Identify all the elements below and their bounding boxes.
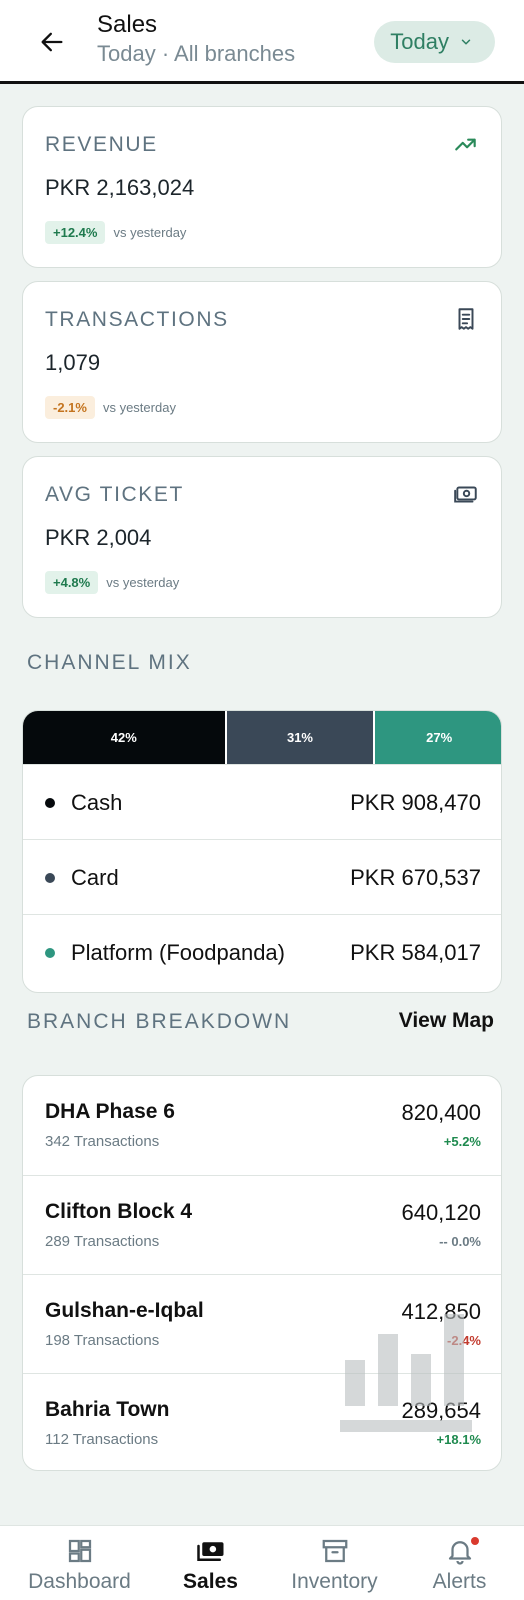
branch-change: -2.4% bbox=[447, 1333, 481, 1348]
nav-sales[interactable]: Sales bbox=[145, 1526, 276, 1600]
branch-name: Clifton Block 4 bbox=[45, 1200, 193, 1223]
kpi-label: AVG TICKET bbox=[45, 483, 184, 506]
nav-alerts[interactable]: Alerts bbox=[394, 1526, 524, 1600]
kpi-change: +4.8% vs yesterday bbox=[45, 571, 179, 594]
kpi-card-avg-ticket[interactable]: AVG TICKET PKR 2,004 +4.8% vs yesterday bbox=[22, 456, 502, 618]
kpi-change: +12.4% vs yesterday bbox=[45, 221, 186, 244]
change-badge: +4.8% bbox=[45, 571, 99, 594]
nav-label: Inventory bbox=[291, 1570, 378, 1593]
page-subtitle: Today · All branches bbox=[97, 41, 296, 66]
dashboard-icon bbox=[68, 1539, 91, 1563]
channel-row-card[interactable]: Card PKR 670,537 bbox=[23, 839, 501, 916]
nav-inventory[interactable]: Inventory bbox=[269, 1526, 400, 1600]
bell-icon-wrap bbox=[445, 1536, 479, 1566]
channel-mix-title: CHANNEL MIX bbox=[27, 651, 192, 674]
period-selector-label: Today bbox=[390, 29, 449, 54]
channel-name: Cash bbox=[71, 790, 123, 815]
channel-amount: PKR 670,537 bbox=[350, 865, 481, 890]
channel-row-cash[interactable]: Cash PKR 908,470 bbox=[23, 764, 501, 841]
notification-dot bbox=[470, 1537, 479, 1545]
back-button[interactable] bbox=[34, 24, 70, 60]
kpi-card-transactions[interactable]: TRANSACTIONS 1,079 -2.1% vs yesterday bbox=[22, 281, 502, 443]
compare-text: vs yesterday bbox=[102, 400, 176, 415]
branch-change: +18.1% bbox=[436, 1432, 481, 1447]
kpi-value: 1,079 bbox=[45, 350, 101, 375]
bottom-nav: Dashboard Sales Inventory Alerts bbox=[0, 1525, 524, 1600]
branch-breakdown-card: DHA Phase 6 342 Transactions 820,400 +5.… bbox=[22, 1075, 502, 1471]
nav-label: Sales bbox=[183, 1570, 238, 1593]
channel-row-platform[interactable]: Platform (Foodpanda) PKR 584,017 bbox=[23, 914, 501, 991]
branch-transactions: 198 Transactions bbox=[45, 1332, 160, 1349]
kpi-change: -2.1% vs yesterday bbox=[45, 396, 176, 419]
compare-text: vs yesterday bbox=[113, 225, 187, 240]
branch-breakdown-title: BRANCH BREAKDOWN bbox=[27, 1010, 292, 1033]
page-title: Sales bbox=[97, 11, 158, 38]
branch-transactions: 112 Transactions bbox=[45, 1431, 159, 1448]
nav-label: Dashboard bbox=[28, 1570, 131, 1593]
arrow-left-icon bbox=[41, 32, 63, 52]
period-selector[interactable]: Today bbox=[374, 21, 495, 63]
nav-dashboard[interactable]: Dashboard bbox=[14, 1526, 145, 1600]
legend-dot bbox=[45, 948, 55, 958]
branch-name: DHA Phase 6 bbox=[45, 1100, 175, 1123]
compare-text: vs yesterday bbox=[106, 575, 180, 590]
channel-name: Platform (Foodpanda) bbox=[71, 940, 285, 965]
branch-amount: 640,120 bbox=[401, 1200, 481, 1225]
kpi-label: REVENUE bbox=[45, 133, 158, 156]
legend-dot bbox=[45, 798, 55, 808]
channel-amount: PKR 908,470 bbox=[350, 790, 481, 815]
app-header: Sales Today · All branches Today bbox=[0, 0, 524, 84]
channel-mix-card: 42% 31% 27% Cash PKR 908,470 Card PKR 67… bbox=[22, 710, 502, 993]
legend-dot bbox=[45, 873, 55, 883]
channel-name: Card bbox=[71, 865, 119, 890]
branch-row[interactable]: Bahria Town 112 Transactions 289,654 +18… bbox=[23, 1373, 501, 1470]
receipt-icon bbox=[458, 308, 474, 330]
mix-segment-card[interactable]: 31% bbox=[224, 711, 374, 764]
channel-mix-bar: 42% 31% 27% bbox=[23, 711, 501, 764]
view-map-link[interactable]: View Map bbox=[399, 1009, 494, 1033]
branch-change: +5.2% bbox=[443, 1134, 481, 1149]
mix-segment-platform[interactable]: 27% bbox=[373, 711, 501, 764]
branch-transactions: 289 Transactions bbox=[45, 1233, 160, 1250]
change-badge: -2.1% bbox=[45, 396, 95, 419]
branch-amount: 820,400 bbox=[401, 1100, 481, 1125]
branch-amount: 412,850 bbox=[401, 1299, 481, 1324]
inventory-icon bbox=[322, 1539, 347, 1563]
branch-amount: 289,654 bbox=[401, 1398, 481, 1423]
sales-icon bbox=[196, 1542, 223, 1561]
branch-transactions: 342 Transactions bbox=[45, 1133, 160, 1150]
cash-icon bbox=[454, 486, 477, 503]
channel-amount: PKR 584,017 bbox=[350, 940, 481, 965]
mix-segment-cash[interactable]: 42% bbox=[23, 711, 225, 764]
branch-row[interactable]: Clifton Block 4 289 Transactions 640,120… bbox=[23, 1175, 501, 1274]
nav-label: Alerts bbox=[432, 1570, 487, 1593]
branch-name: Bahria Town bbox=[45, 1398, 170, 1421]
branch-row[interactable]: Gulshan-e-Iqbal 198 Transactions 412,850… bbox=[23, 1274, 501, 1373]
change-badge: +12.4% bbox=[45, 221, 106, 244]
trending-up-icon bbox=[455, 138, 476, 151]
branch-change: -- 0.0% bbox=[439, 1234, 481, 1249]
kpi-label: TRANSACTIONS bbox=[45, 308, 229, 331]
branch-row[interactable]: DHA Phase 6 342 Transactions 820,400 +5.… bbox=[23, 1076, 501, 1175]
kpi-card-revenue[interactable]: REVENUE PKR 2,163,024 +12.4% vs yesterda… bbox=[22, 106, 502, 268]
branch-name: Gulshan-e-Iqbal bbox=[45, 1299, 204, 1322]
kpi-value: PKR 2,004 bbox=[45, 525, 152, 550]
kpi-value: PKR 2,163,024 bbox=[45, 175, 195, 200]
chevron-down-icon bbox=[461, 39, 471, 45]
